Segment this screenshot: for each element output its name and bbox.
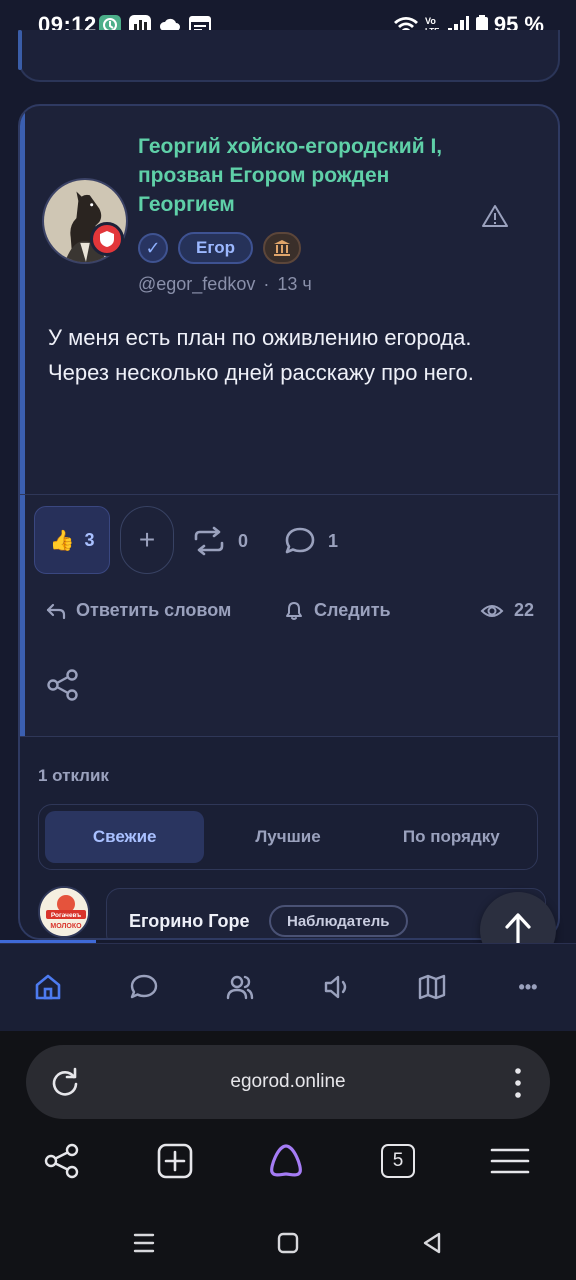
home-square-icon[interactable] — [274, 1229, 302, 1257]
divider — [20, 736, 558, 737]
alice-assistant-icon — [270, 1144, 302, 1177]
avatar-text-bottom: МОЛОКО — [50, 923, 82, 930]
comment-sort-tabs: Свежие Лучшие По порядку — [38, 804, 538, 870]
divider — [20, 494, 558, 495]
report-warning-icon[interactable] — [482, 204, 508, 228]
comment-button[interactable]: 1 — [284, 526, 338, 556]
verified-check-icon: ✓ — [138, 233, 168, 263]
nav-map[interactable] — [415, 970, 449, 1004]
home-icon — [35, 974, 61, 1000]
comments-count: 1 отклик — [38, 766, 109, 785]
previous-post-card — [18, 30, 560, 82]
post-meta: @egor_fedkov · 13 ч — [138, 274, 312, 295]
hamburger-icon — [490, 1148, 530, 1174]
follow-label: Следить — [314, 600, 391, 620]
moderator-shield-icon — [90, 222, 124, 256]
nav-more[interactable]: ••• — [511, 970, 545, 1004]
reply-arrow-icon — [46, 603, 66, 619]
comments-section: 1 отклик Свежие Лучшие По порядку Рогаче… — [20, 736, 558, 938]
browser-hamburger-button[interactable] — [490, 1141, 530, 1181]
comment-author-avatar[interactable]: Рогачевъ МОЛОКО — [38, 886, 90, 938]
museum-icon[interactable] — [262, 232, 301, 264]
meta-separator: · — [263, 274, 270, 294]
share-icon[interactable] — [46, 668, 80, 702]
assistant-button[interactable] — [266, 1141, 306, 1181]
reply-label: Ответить словом — [76, 600, 232, 620]
new-tab-button[interactable] — [155, 1141, 195, 1181]
recent-apps-icon[interactable] — [130, 1229, 158, 1257]
repost-icon — [194, 526, 224, 556]
nav-announcements[interactable] — [319, 970, 353, 1004]
post-card: Георгий хойско-егородский I, прозван Его… — [18, 104, 560, 940]
views-count: 22 — [513, 600, 534, 620]
comment-bubble-icon — [285, 527, 315, 554]
follow-button[interactable]: Следить — [284, 600, 391, 621]
comment-author-role[interactable]: Наблюдатель — [269, 905, 408, 937]
map-icon — [418, 974, 446, 1000]
sort-tab-fresh[interactable]: Свежие — [45, 811, 205, 863]
tab-count: 5 — [381, 1144, 415, 1178]
plus-square-icon — [157, 1143, 193, 1179]
browser-toolbar: egorod.online 5 — [0, 1031, 576, 1211]
share-icon — [44, 1143, 79, 1179]
sort-tab-order[interactable]: По порядку — [372, 811, 531, 863]
back-triangle-icon[interactable] — [418, 1229, 446, 1257]
comment-count: 1 — [328, 530, 339, 551]
milk-carton-image: Рогачевъ МОЛОКО — [40, 888, 88, 936]
address-bar[interactable]: egorod.online — [26, 1045, 550, 1119]
post-accent-bar — [20, 106, 25, 736]
svg-text:Vo: Vo — [425, 16, 436, 26]
nav-users[interactable] — [223, 970, 257, 1004]
eye-icon — [480, 604, 504, 617]
repost-button[interactable]: 0 — [192, 526, 248, 556]
author-name[interactable]: Георгий хойско-егородский I, прозван Его… — [138, 132, 448, 219]
views-counter: 22 — [480, 600, 534, 621]
browser-menu-icon[interactable] — [514, 1067, 522, 1099]
more-icon: ••• — [518, 976, 538, 997]
nav-chat[interactable] — [127, 970, 161, 1004]
system-navigation-bar — [0, 1211, 576, 1280]
url-text[interactable]: egorod.online — [26, 1071, 550, 1093]
announce-icon — [324, 975, 347, 999]
users-icon — [226, 975, 254, 1000]
like-reaction-button[interactable]: 👍 3 — [34, 506, 110, 574]
role-badge[interactable]: Егор — [178, 232, 253, 264]
post-time[interactable]: 13 ч — [277, 274, 311, 294]
repost-count: 0 — [238, 530, 249, 551]
chat-icon — [130, 974, 158, 999]
reply-button[interactable]: Ответить словом — [46, 600, 231, 621]
comment-author-name[interactable]: Егорино Горе — [129, 911, 250, 932]
browser-share-button[interactable] — [42, 1141, 82, 1181]
tabs-button[interactable]: 5 — [378, 1141, 418, 1181]
sort-tab-best[interactable]: Лучшие — [208, 811, 367, 863]
app-bottom-nav: ••• — [0, 943, 576, 1031]
author-username[interactable]: @egor_fedkov — [138, 274, 255, 294]
thumbs-up-icon: 👍 — [49, 529, 75, 552]
nav-home[interactable] — [31, 970, 65, 1004]
like-count: 3 — [84, 529, 95, 550]
post-body: У меня есть план по оживлению егорода. Ч… — [48, 325, 474, 385]
author-badges: ✓ Егор — [138, 232, 301, 264]
add-reaction-button[interactable]: + — [120, 506, 174, 574]
bell-icon — [286, 601, 302, 620]
avatar-text-top: Рогачевъ — [51, 912, 82, 919]
